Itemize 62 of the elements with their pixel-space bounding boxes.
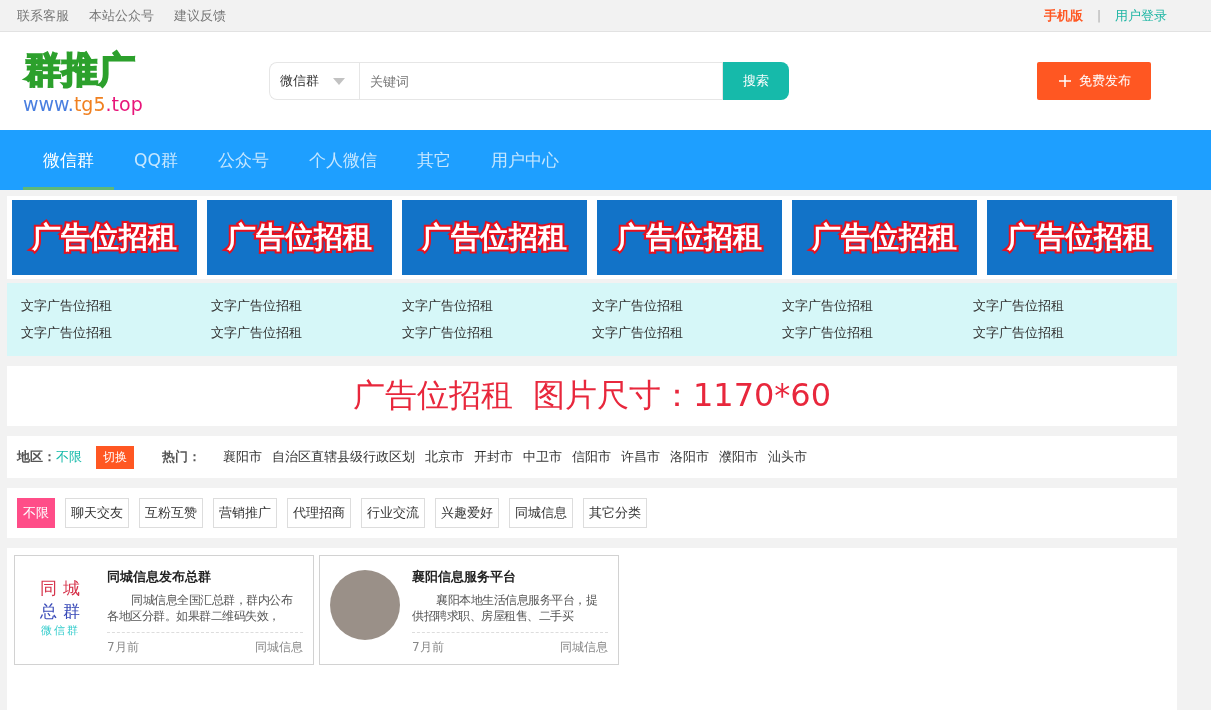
top-link[interactable]: 本站公众号 bbox=[89, 6, 154, 25]
city-link[interactable]: 许昌市 bbox=[621, 448, 660, 466]
region-label: 地区： bbox=[17, 448, 56, 466]
city-link[interactable]: 中卫市 bbox=[523, 448, 562, 466]
category-tag[interactable]: 行业交流 bbox=[361, 498, 425, 528]
ad-banner[interactable]: 广告位招租 bbox=[12, 200, 197, 275]
category-label: 同城信息 bbox=[560, 639, 608, 656]
logo-text: 总 群 bbox=[40, 599, 80, 623]
text-ad-link[interactable]: 文字广告位招租 bbox=[592, 297, 783, 315]
logo-text: 同 城 bbox=[40, 576, 80, 600]
text-ad-link[interactable]: 文字广告位招租 bbox=[401, 297, 592, 315]
plus-icon bbox=[1059, 75, 1071, 87]
group-title[interactable]: 同城信息发布总群 bbox=[107, 568, 303, 586]
category-tag[interactable]: 代理招商 bbox=[287, 498, 351, 528]
group-title[interactable]: 襄阳信息服务平台 bbox=[412, 568, 608, 586]
category-tag[interactable]: 其它分类 bbox=[583, 498, 647, 528]
text-ad-link[interactable]: 文字广告位招租 bbox=[782, 297, 973, 315]
group-description: 襄阳本地生活信息服务平台，提供招聘求职、房屋租售、二手买 bbox=[412, 592, 598, 624]
post-time: 7月前 bbox=[412, 639, 444, 656]
category-tag[interactable]: 兴趣爱好 bbox=[435, 498, 499, 528]
text-ad-link[interactable]: 文字广告位招租 bbox=[782, 324, 973, 342]
text-ad-link[interactable]: 文字广告位招租 bbox=[211, 324, 402, 342]
city-link[interactable]: 信阳市 bbox=[572, 448, 611, 466]
text-ad-link[interactable]: 文字广告位招租 bbox=[401, 324, 592, 342]
ad-banner[interactable]: 广告位招租 bbox=[987, 200, 1172, 275]
category-tag[interactable]: 同城信息 bbox=[509, 498, 573, 528]
ad-banner[interactable]: 广告位招租 bbox=[402, 200, 587, 275]
group-card[interactable]: 襄阳信息服务平台 襄阳本地生活信息服务平台，提供招聘求职、房屋租售、二手买 7月前 同城信息 bbox=[319, 555, 619, 665]
search-field[interactable]: 关键词 bbox=[359, 62, 723, 100]
category-tag[interactable]: 互粉互赞 bbox=[139, 498, 203, 528]
group-card[interactable]: 同 城 总 群 微信群 同城信息发布总群 同城信息全国汇总群，群内公布各地区分群。如果群二维码失效， 7月前 同城信息 bbox=[14, 555, 314, 665]
top-link[interactable]: 建议反馈 bbox=[174, 6, 226, 25]
city-link[interactable]: 洛阳市 bbox=[670, 448, 709, 466]
hot-label: 热门： bbox=[162, 448, 201, 466]
ad-banner[interactable]: 广告位招租 bbox=[207, 200, 392, 275]
text-ad-link[interactable]: 文字广告位招租 bbox=[211, 297, 402, 315]
separator: | bbox=[1096, 8, 1101, 23]
text-ad-link[interactable]: 文字广告位招租 bbox=[972, 324, 1163, 342]
ad-banner[interactable]: 广告位招租 bbox=[597, 200, 782, 275]
logo-url[interactable]: www.tg5.top bbox=[19, 93, 143, 115]
city-link[interactable]: 汕头市 bbox=[768, 448, 807, 466]
category-tag[interactable]: 营销推广 bbox=[213, 498, 277, 528]
top-link[interactable]: 联系客服 bbox=[17, 6, 69, 25]
logo-text: 微信群 bbox=[40, 622, 80, 638]
caret-icon bbox=[333, 77, 345, 85]
ad-title: 广告位招租 bbox=[352, 375, 513, 416]
text-ad-link[interactable]: 文字广告位招租 bbox=[21, 324, 212, 342]
text-ad-link[interactable]: 文字广告位招租 bbox=[592, 324, 783, 342]
category-label: 同城信息 bbox=[255, 639, 303, 656]
category-tag[interactable]: 聊天交友 bbox=[65, 498, 129, 528]
city-link[interactable]: 濮阳市 bbox=[719, 448, 758, 466]
type-dropdown[interactable]: 微信群 bbox=[269, 62, 359, 100]
text-ad-link[interactable]: 文字广告位招租 bbox=[972, 297, 1163, 315]
city-link[interactable]: 襄阳市 bbox=[223, 448, 262, 466]
ad-banner[interactable]: 广告位招租 bbox=[792, 200, 977, 275]
city-link[interactable]: 自治区直辖县级行政区划 bbox=[272, 448, 415, 466]
group-description: 同城信息全国汇总群，群内公布各地区分群。如果群二维码失效， bbox=[107, 592, 294, 624]
city-link[interactable]: 开封市 bbox=[474, 448, 513, 466]
city-link[interactable]: 北京市 bbox=[425, 448, 464, 466]
ad-size-text: 图片尺寸：1170*60 bbox=[532, 375, 832, 416]
post-time: 7月前 bbox=[107, 639, 139, 656]
text-ad-link[interactable]: 文字广告位招租 bbox=[21, 297, 212, 315]
